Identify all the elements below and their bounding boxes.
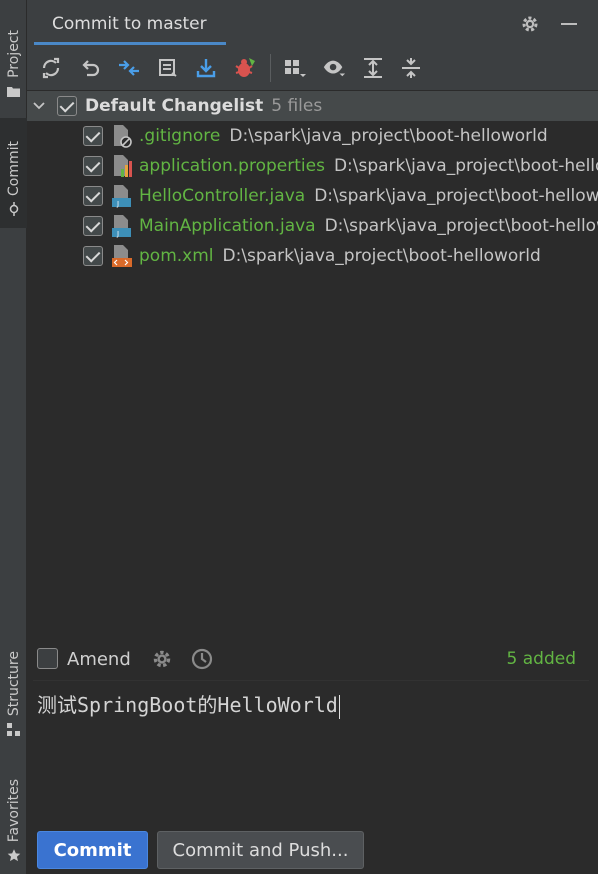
group-by-icon[interactable] (283, 56, 307, 80)
structure-icon (7, 722, 21, 736)
toolbar-separator (270, 54, 271, 82)
file-checkbox[interactable] (83, 186, 103, 206)
folder-icon (7, 84, 21, 98)
java-file-icon: J (111, 214, 133, 238)
tool-window-strip: Project Commit Structure Favorites (0, 0, 27, 874)
changes-tree: Default Changelist 5 files .gitignore D:… (27, 90, 598, 635)
commit-and-push-button[interactable]: Commit and Push... (157, 831, 364, 869)
tool-tab-commit-label: Commit (5, 141, 22, 196)
file-row[interactable]: J HelloController.java D:\spark\java_pro… (27, 181, 598, 211)
panel-title[interactable]: Commit to master (52, 14, 207, 34)
properties-file-icon (111, 154, 133, 178)
svg-text:J: J (116, 230, 119, 238)
clock-icon[interactable] (190, 647, 214, 671)
file-path: D:\spark\java_project\boot-helloworld (314, 186, 598, 206)
changelist-row[interactable]: Default Changelist 5 files (27, 91, 598, 121)
commit-icon (7, 202, 21, 216)
file-path: D:\spark\java_project\boot-helloworld (229, 126, 548, 146)
tool-tab-project-label: Project (5, 30, 22, 78)
ignore-file-icon (111, 124, 133, 148)
expand-all-icon[interactable] (361, 56, 385, 80)
file-checkbox[interactable] (83, 156, 103, 176)
java-file-icon: J (111, 184, 133, 208)
changes-summary: 5 added (506, 649, 576, 669)
commit-message-text: 测试SpringBoot的HelloWorld (37, 693, 338, 717)
star-icon (7, 848, 21, 862)
file-checkbox[interactable] (83, 126, 103, 146)
file-name: MainApplication.java (139, 216, 316, 236)
shelve-icon[interactable] (156, 56, 180, 80)
commit-message-line: 测试SpringBoot的HelloWorld (37, 689, 340, 719)
commit-button[interactable]: Commit (37, 831, 148, 869)
amend-label[interactable]: Amend (67, 649, 131, 670)
svg-text:J: J (116, 200, 119, 208)
amend-bar: Amend 5 added (27, 640, 598, 680)
diff-icon[interactable] (117, 56, 141, 80)
tool-tab-commit[interactable]: Commit (0, 118, 27, 228)
file-path: D:\spark\java_project\boot-helloworld (333, 156, 598, 176)
file-name: application.properties (139, 156, 325, 176)
tool-tab-favorites-label: Favorites (5, 778, 22, 842)
tool-tab-favorites[interactable]: Favorites (0, 764, 27, 862)
tool-tab-project[interactable]: Project (0, 8, 27, 98)
file-name: pom.xml (139, 246, 214, 266)
file-name: HelloController.java (139, 186, 306, 206)
file-row[interactable]: application.properties D:\spark\java_pro… (27, 151, 598, 181)
file-path: D:\spark\java_project\boot-helloworld (222, 246, 541, 266)
file-checkbox[interactable] (83, 246, 103, 266)
tool-tab-structure[interactable]: Structure (0, 638, 27, 736)
chevron-down-icon[interactable] (29, 102, 49, 110)
changelist-checkbox[interactable] (57, 96, 77, 116)
tool-tab-structure-label: Structure (5, 650, 22, 716)
file-row[interactable]: .gitignore D:\spark\java_project\boot-he… (27, 121, 598, 151)
changelist-name: Default Changelist (85, 96, 264, 116)
active-tab-indicator (34, 42, 226, 45)
eye-icon[interactable] (322, 56, 346, 80)
collapse-all-icon[interactable] (399, 56, 423, 80)
xml-file-icon (111, 244, 133, 268)
commit-panel-header: Commit to master (27, 0, 598, 46)
changelist-count: 5 files (271, 96, 323, 116)
commit-options-gear-icon[interactable] (151, 648, 173, 670)
file-path: D:\spark\java_project\boot-helloworld (324, 216, 598, 236)
refresh-icon[interactable] (39, 56, 63, 80)
minimize-icon[interactable] (559, 14, 579, 34)
file-name: .gitignore (139, 126, 221, 146)
commit-panel: Commit to master Default Changelist 5 fi… (27, 0, 598, 874)
commit-message-editor[interactable]: 测试SpringBoot的HelloWorld (33, 680, 589, 818)
update-icon[interactable] (194, 56, 218, 80)
file-checkbox[interactable] (83, 216, 103, 236)
gear-icon[interactable] (520, 14, 540, 34)
text-caret (338, 694, 340, 719)
file-row[interactable]: J MainApplication.java D:\spark\java_pro… (27, 211, 598, 241)
amend-checkbox[interactable] (37, 648, 58, 669)
commit-toolbar (27, 46, 598, 90)
file-row[interactable]: pom.xml D:\spark\java_project\boot-hello… (27, 241, 598, 271)
bug-icon[interactable] (233, 56, 257, 80)
rollback-icon[interactable] (78, 56, 102, 80)
